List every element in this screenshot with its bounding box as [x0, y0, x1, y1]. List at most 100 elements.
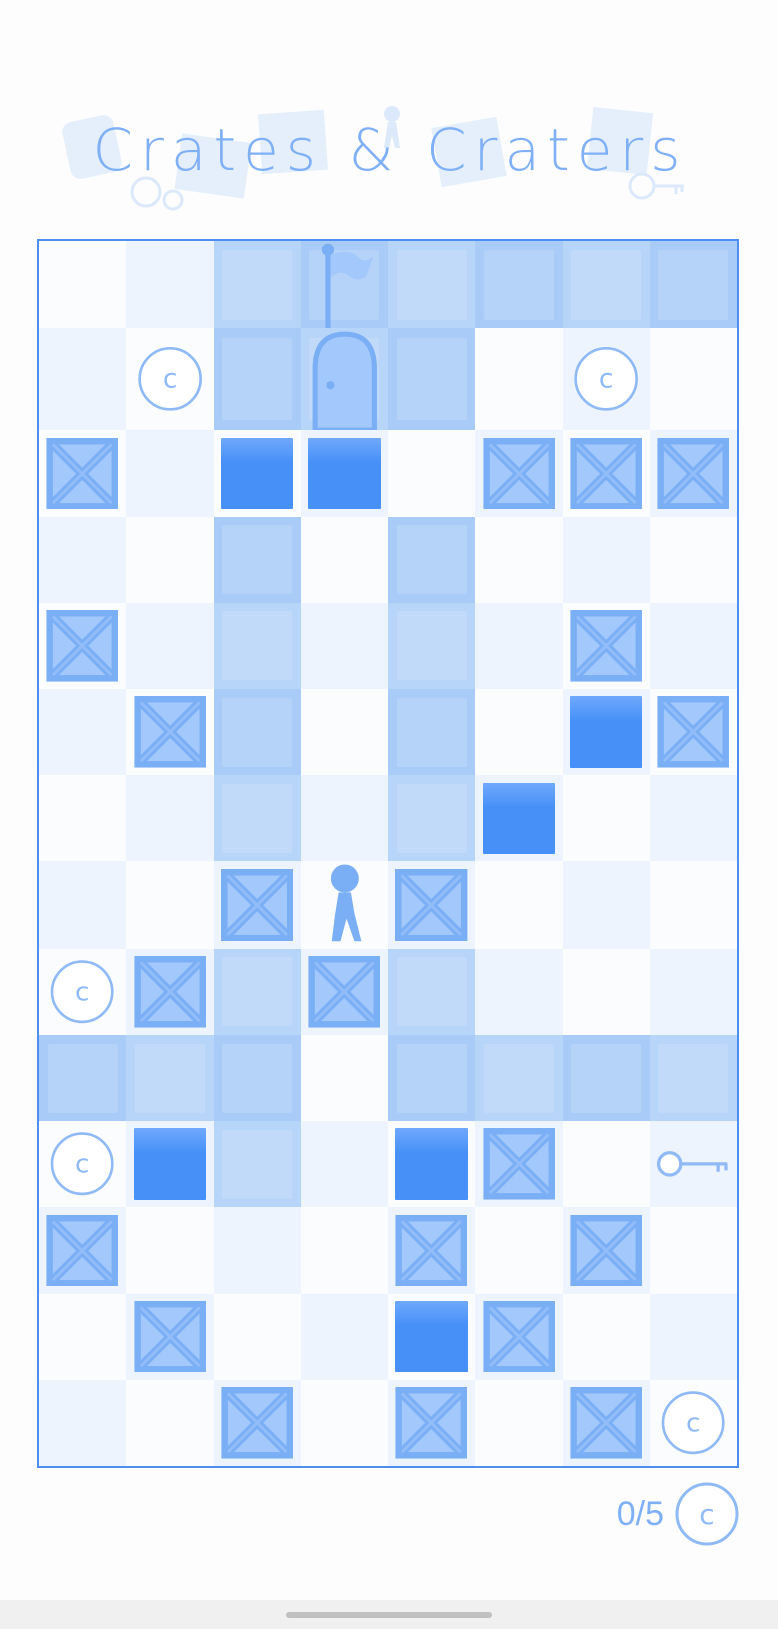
- board-cell[interactable]: [300, 689, 388, 776]
- board-cell[interactable]: [388, 1034, 476, 1122]
- board-cell[interactable]: [562, 775, 650, 862]
- board-cell[interactable]: [649, 1034, 737, 1122]
- crate-icon[interactable]: [134, 956, 206, 1028]
- board-cell[interactable]: [475, 1121, 563, 1208]
- board-cell[interactable]: [300, 602, 388, 690]
- board-cell[interactable]: c: [126, 328, 214, 431]
- crate-icon[interactable]: [570, 610, 642, 682]
- board-cell[interactable]: [300, 948, 388, 1035]
- board-cell[interactable]: [213, 861, 301, 949]
- board-cell[interactable]: [39, 430, 127, 517]
- board-cell[interactable]: c: [649, 1379, 737, 1466]
- home-indicator[interactable]: [286, 1612, 492, 1618]
- board-cell[interactable]: [388, 689, 476, 776]
- board-cell[interactable]: [388, 602, 476, 690]
- board-cell[interactable]: [39, 241, 127, 329]
- board-cell[interactable]: [126, 1121, 214, 1208]
- board-cell[interactable]: [300, 1379, 388, 1466]
- board-cell[interactable]: [126, 775, 214, 862]
- board-cell[interactable]: [562, 689, 650, 776]
- board-cell[interactable]: [300, 775, 388, 862]
- board-cell[interactable]: [562, 602, 650, 690]
- board-cell[interactable]: [213, 241, 301, 329]
- game-board[interactable]: c c c c c: [37, 239, 739, 1468]
- board-cell[interactable]: [649, 1121, 737, 1208]
- crate-icon[interactable]: [221, 1387, 293, 1459]
- board-cell[interactable]: [649, 689, 737, 776]
- board-cell[interactable]: [562, 1207, 650, 1294]
- board-cell[interactable]: [213, 430, 301, 517]
- board-cell[interactable]: [475, 1379, 563, 1466]
- board-cell[interactable]: [126, 861, 214, 949]
- board-cell[interactable]: c: [39, 948, 127, 1035]
- board-cell[interactable]: [39, 861, 127, 949]
- board-cell[interactable]: [126, 516, 214, 603]
- board-cell[interactable]: [213, 516, 301, 603]
- board-cell[interactable]: [475, 1034, 563, 1122]
- board-cell[interactable]: [562, 948, 650, 1035]
- board-cell[interactable]: [300, 328, 388, 431]
- board-cell[interactable]: [562, 516, 650, 603]
- board-cell[interactable]: [649, 861, 737, 949]
- board-cell[interactable]: [126, 1293, 214, 1380]
- board-cell[interactable]: [126, 1034, 214, 1122]
- board-cell[interactable]: [475, 1293, 563, 1380]
- board-cell[interactable]: [300, 1207, 388, 1294]
- crate-icon[interactable]: [483, 1128, 555, 1201]
- board-cell[interactable]: [562, 430, 650, 517]
- board-cell[interactable]: [126, 241, 214, 329]
- board-cell[interactable]: [649, 1293, 737, 1380]
- board-cell[interactable]: [39, 775, 127, 862]
- board-cell[interactable]: [126, 602, 214, 690]
- board-cell[interactable]: [475, 430, 563, 517]
- board-cell[interactable]: [300, 1121, 388, 1208]
- crate-icon[interactable]: [46, 437, 119, 510]
- board-cell[interactable]: [300, 861, 388, 949]
- board-cell[interactable]: [649, 775, 737, 862]
- board-cell[interactable]: [388, 241, 476, 329]
- crate-icon[interactable]: [657, 437, 730, 510]
- board-cell[interactable]: [213, 1379, 301, 1466]
- board-cell[interactable]: [39, 1379, 127, 1466]
- board-cell[interactable]: [213, 1034, 301, 1122]
- board-cell[interactable]: [300, 516, 388, 603]
- board-cell[interactable]: [39, 1034, 127, 1122]
- board-cell[interactable]: [649, 516, 737, 603]
- board-cell[interactable]: [39, 1293, 127, 1380]
- crate-icon[interactable]: [134, 1300, 206, 1373]
- board-cell[interactable]: c: [39, 1121, 127, 1208]
- board-cell[interactable]: [300, 430, 388, 517]
- board-cell[interactable]: [126, 1379, 214, 1466]
- crate-icon[interactable]: [395, 1214, 468, 1287]
- board-cell[interactable]: [126, 689, 214, 776]
- board-cell[interactable]: [649, 602, 737, 690]
- board-cell[interactable]: [388, 430, 476, 517]
- crate-icon[interactable]: [46, 610, 119, 682]
- crate-icon[interactable]: [308, 956, 381, 1028]
- board-cell[interactable]: [300, 1034, 388, 1122]
- board-cell[interactable]: [388, 516, 476, 603]
- board-cell[interactable]: [649, 430, 737, 517]
- board-cell[interactable]: [388, 1293, 476, 1380]
- board-cell[interactable]: [388, 1379, 476, 1466]
- crate-icon[interactable]: [657, 696, 730, 768]
- board-cell[interactable]: [388, 861, 476, 949]
- crate-icon[interactable]: [395, 1387, 468, 1459]
- crate-icon[interactable]: [483, 1300, 555, 1373]
- board-cell[interactable]: [213, 1121, 301, 1208]
- board-cell[interactable]: [213, 1293, 301, 1380]
- board-cell[interactable]: [649, 328, 737, 431]
- board-cell[interactable]: [475, 516, 563, 603]
- board-cell[interactable]: [562, 241, 650, 329]
- board-cell[interactable]: [562, 1034, 650, 1122]
- player-icon[interactable]: [323, 861, 367, 948]
- board-cell[interactable]: [39, 1207, 127, 1294]
- board-cell[interactable]: [126, 948, 214, 1035]
- crate-icon[interactable]: [483, 437, 555, 510]
- crate-icon[interactable]: [220, 868, 294, 942]
- crate-icon[interactable]: [570, 437, 642, 510]
- board-cell[interactable]: [388, 1121, 476, 1208]
- board-cell[interactable]: [475, 241, 563, 329]
- crate-icon[interactable]: [46, 1214, 119, 1287]
- board-cell[interactable]: [475, 1207, 563, 1294]
